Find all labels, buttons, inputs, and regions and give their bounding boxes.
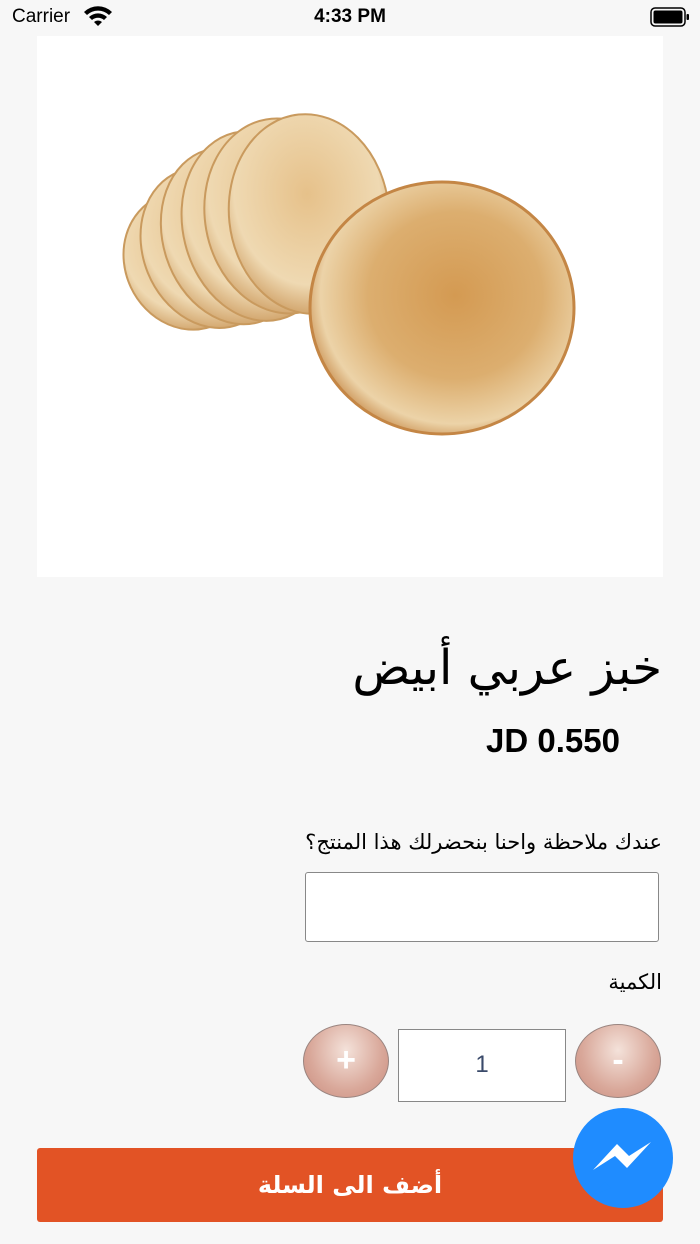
clock: 4:33 PM <box>314 6 386 27</box>
note-label: عندك ملاحظة واحنا بنحضرلك هذا المنتج؟ <box>305 830 662 854</box>
pita-bread-image <box>122 113 576 436</box>
add-to-cart-button[interactable]: أضف الى السلة <box>37 1148 663 1222</box>
decrease-quantity-button[interactable]: - <box>575 1024 661 1098</box>
increase-quantity-button[interactable]: + <box>303 1024 389 1098</box>
front-bread <box>308 180 576 436</box>
note-input[interactable] <box>305 872 659 942</box>
product-image <box>37 36 663 577</box>
product-price: JD 0.550 <box>486 722 620 759</box>
product-title: خبز عربي أبيض <box>352 640 662 696</box>
battery-icon <box>650 7 689 27</box>
quantity-field[interactable]: 1 <box>398 1029 566 1102</box>
status-bar: Carrier 4:33 PM <box>0 0 700 36</box>
messenger-icon[interactable] <box>571 1108 675 1212</box>
quantity-label: الكمية <box>608 970 662 994</box>
